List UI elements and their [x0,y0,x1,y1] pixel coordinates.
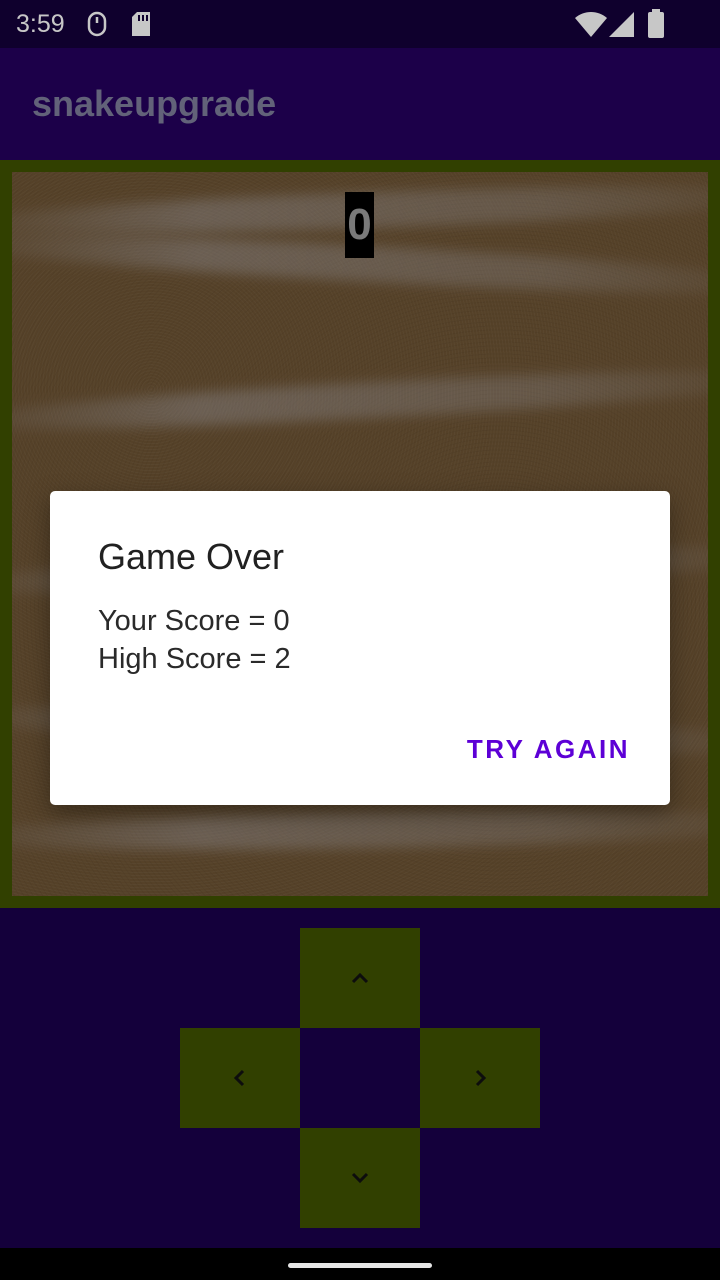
score-display: 0 [345,192,374,258]
try-again-button[interactable]: TRY AGAIN [467,731,630,767]
home-gesture-handle[interactable] [288,1263,432,1268]
dialog-title: Game Over [98,536,285,577]
your-score-text: Your Score = 0 [98,605,290,637]
game-screen: 3:59 snakeupgrade 0 Game Over Your Score… [0,0,720,1280]
high-score-text: High Score = 2 [98,643,291,675]
navigation-bar [0,1248,720,1280]
game-over-dialog: Game Over Your Score = 0 High Score = 2 … [50,491,670,805]
